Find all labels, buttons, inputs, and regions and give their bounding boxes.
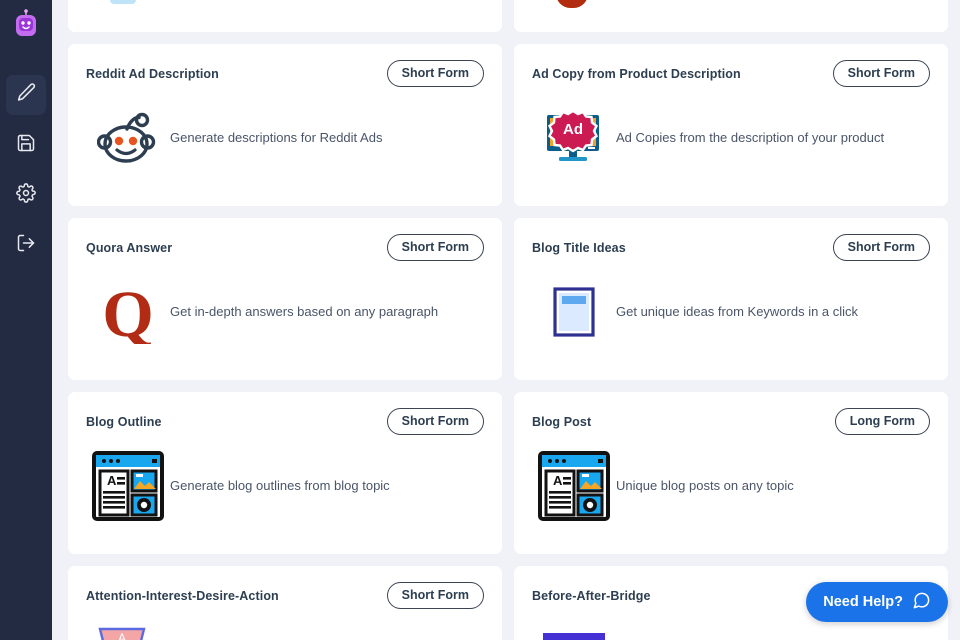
need-help-label: Need Help? bbox=[823, 594, 903, 610]
partial-red-shape-icon bbox=[556, 0, 588, 8]
sidebar-item-compose[interactable] bbox=[6, 75, 46, 115]
template-card[interactable]: Ad Copy from Product Description Short F… bbox=[514, 44, 948, 206]
pencil-icon bbox=[16, 82, 37, 108]
card-description: Get unique ideas from Keywords in a clic… bbox=[616, 303, 859, 319]
form-type-badge[interactable]: Short Form bbox=[386, 234, 484, 261]
card-body: BAB copies from product/company descript… bbox=[532, 621, 930, 640]
card-header: Blog Outline Short Form bbox=[86, 408, 484, 435]
svg-text:A: A bbox=[118, 631, 126, 640]
card-header: Blog Post Long Form bbox=[532, 408, 930, 435]
save-floppy-icon bbox=[16, 133, 36, 158]
card-header: Reddit Ad Description Short Form bbox=[86, 60, 484, 87]
chat-bubble-icon bbox=[912, 591, 931, 614]
template-card[interactable]: Blog Outline Short Form A Generate blog … bbox=[68, 392, 502, 554]
card-body: Ad Ad Copies from the description of you… bbox=[532, 99, 930, 177]
card-body: A I D AIDA copies from product/company d… bbox=[86, 621, 484, 640]
card-description: Get in-depth answers based on any paragr… bbox=[170, 303, 439, 319]
gear-icon bbox=[16, 182, 36, 208]
card-description: Generate descriptions for Reddit Ads bbox=[170, 129, 383, 145]
card-title: Reddit Ad Description bbox=[86, 67, 219, 81]
template-gallery: Reddit Ad Description Short Form Generat… bbox=[52, 0, 960, 640]
template-card[interactable] bbox=[514, 0, 948, 32]
form-type-badge[interactable]: Short Form bbox=[386, 60, 484, 87]
card-description: Generate blog outlines from blog topic bbox=[170, 477, 390, 493]
template-card[interactable]: Blog Title Ideas Short Form Get unique i… bbox=[514, 218, 948, 380]
svg-text:A: A bbox=[553, 473, 563, 488]
svg-text:Ad: Ad bbox=[563, 121, 583, 138]
template-card[interactable]: Reddit Ad Description Short Form Generat… bbox=[68, 44, 502, 206]
card-body: A bbox=[86, 447, 484, 525]
card-body: A bbox=[532, 447, 930, 525]
template-grid: Reddit Ad Description Short Form Generat… bbox=[68, 0, 948, 640]
card-header: Quora Answer Short Form bbox=[86, 234, 484, 261]
card-title: Blog Outline bbox=[86, 415, 162, 429]
template-card[interactable] bbox=[68, 0, 502, 32]
form-type-badge[interactable]: Long Form bbox=[834, 408, 930, 435]
sidebar-item-logout[interactable] bbox=[6, 225, 46, 265]
card-title: Ad Copy from Product Description bbox=[532, 67, 741, 81]
ad-monitor-icon: Ad bbox=[532, 99, 616, 177]
template-card[interactable]: Quora Answer Short Form Q Get in-depth a… bbox=[68, 218, 502, 380]
svg-text:A: A bbox=[107, 473, 117, 488]
aida-funnel-icon: A I D bbox=[86, 621, 170, 640]
partial-blue-square-icon bbox=[110, 0, 136, 4]
card-title: Attention-Interest-Desire-Action bbox=[86, 589, 279, 603]
template-card[interactable]: Blog Post Long Form A Unique blog posts … bbox=[514, 392, 948, 554]
need-help-button[interactable]: Need Help? bbox=[806, 582, 948, 622]
sidebar bbox=[0, 0, 52, 640]
card-title: Before-After-Bridge bbox=[532, 589, 651, 603]
form-type-badge[interactable]: Short Form bbox=[386, 582, 484, 609]
card-body: Q Get in-depth answers based on any para… bbox=[86, 273, 484, 351]
bridge-icon bbox=[532, 621, 616, 640]
robot-logo-icon[interactable] bbox=[11, 9, 41, 39]
svg-text:Q: Q bbox=[102, 280, 153, 344]
sidebar-item-settings[interactable] bbox=[6, 175, 46, 215]
reddit-snoo-icon bbox=[86, 99, 170, 177]
card-title: Blog Post bbox=[532, 415, 592, 429]
document-page-icon bbox=[532, 273, 616, 351]
card-header: Blog Title Ideas Short Form bbox=[532, 234, 930, 261]
sidebar-item-saved[interactable] bbox=[6, 125, 46, 165]
quora-q-icon: Q bbox=[86, 273, 170, 351]
card-body: Get unique ideas from Keywords in a clic… bbox=[532, 273, 930, 351]
form-type-badge[interactable]: Short Form bbox=[386, 408, 484, 435]
form-type-badge[interactable]: Short Form bbox=[832, 234, 930, 261]
card-header: Attention-Interest-Desire-Action Short F… bbox=[86, 582, 484, 609]
logout-icon bbox=[16, 233, 36, 258]
browser-layout-icon: A bbox=[86, 447, 170, 525]
app-root: Reddit Ad Description Short Form Generat… bbox=[0, 0, 960, 640]
browser-layout-icon: A bbox=[532, 447, 616, 525]
form-type-badge[interactable]: Short Form bbox=[832, 60, 930, 87]
template-card[interactable]: Attention-Interest-Desire-Action Short F… bbox=[68, 566, 502, 640]
card-title: Blog Title Ideas bbox=[532, 241, 626, 255]
card-description: Ad Copies from the description of your p… bbox=[616, 129, 885, 145]
card-body: Generate descriptions for Reddit Ads bbox=[86, 99, 484, 177]
card-title: Quora Answer bbox=[86, 241, 173, 255]
card-header: Ad Copy from Product Description Short F… bbox=[532, 60, 930, 87]
card-description: Unique blog posts on any topic bbox=[616, 477, 794, 493]
